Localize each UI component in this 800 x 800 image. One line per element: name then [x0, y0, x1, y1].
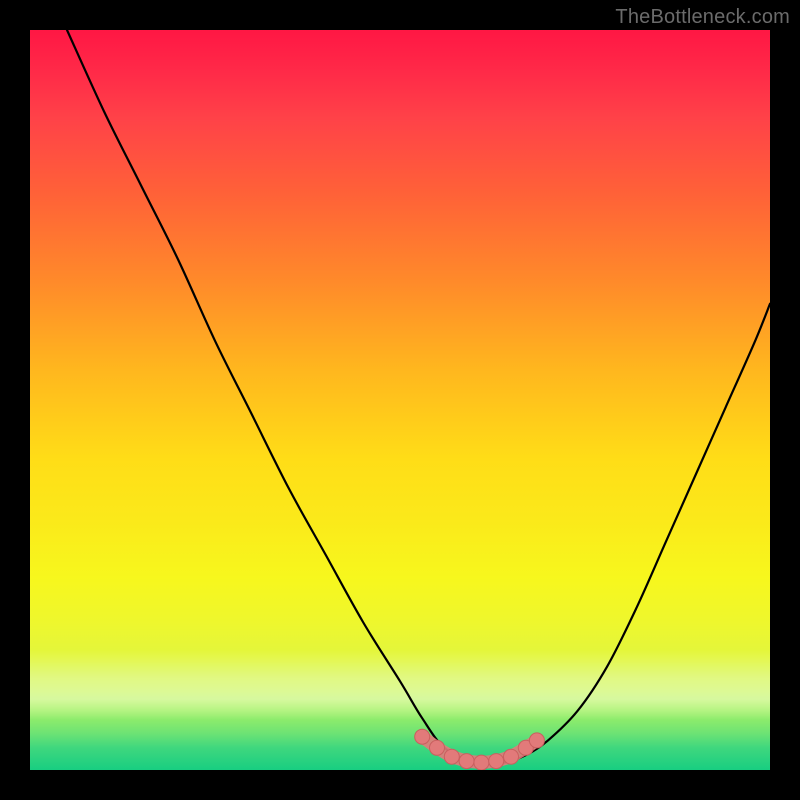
- curve-layer: [30, 30, 770, 770]
- plot-area: [30, 30, 770, 770]
- bottleneck-curve: [67, 30, 770, 764]
- marker-dot: [504, 749, 519, 764]
- marker-dot: [459, 754, 474, 769]
- marker-dot: [415, 729, 430, 744]
- chart-frame: TheBottleneck.com: [0, 0, 800, 800]
- marker-dot: [444, 749, 459, 764]
- marker-dot: [474, 755, 489, 770]
- watermark-text: TheBottleneck.com: [615, 6, 790, 29]
- marker-dot: [430, 740, 445, 755]
- marker-dot: [489, 754, 504, 769]
- marker-dot: [529, 733, 544, 748]
